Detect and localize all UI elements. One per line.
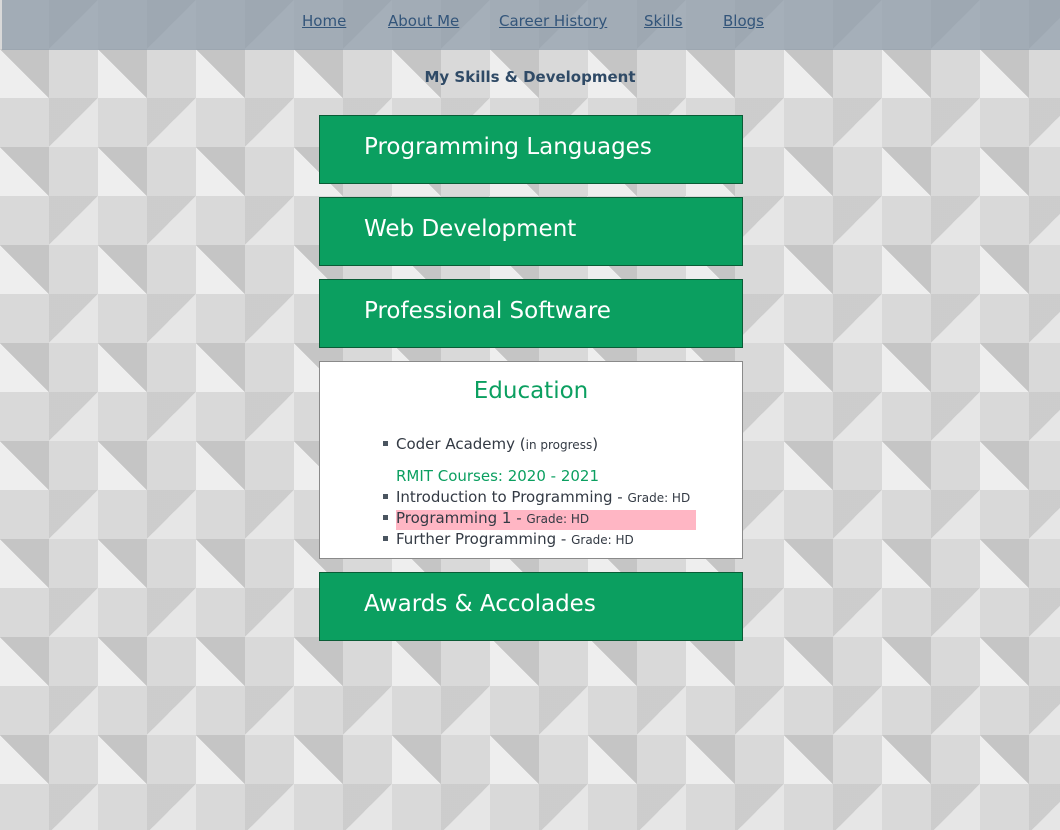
web-development-title: Web Development — [364, 216, 577, 242]
course-name: Further Programming — [396, 530, 557, 548]
course-grade: Grade: HD — [526, 512, 590, 526]
programming-languages-panel[interactable]: Programming Languages — [319, 115, 743, 184]
course-separator: - — [511, 509, 527, 527]
coder-academy-label: Coder Academy ( — [396, 435, 526, 453]
professional-software-panel[interactable]: Professional Software — [319, 279, 743, 348]
nav-skills-link[interactable]: Skills — [644, 12, 683, 30]
bullet-icon — [383, 494, 388, 499]
professional-software-title: Professional Software — [364, 298, 611, 324]
coder-academy-close: ) — [592, 435, 599, 453]
programming-languages-title: Programming Languages — [364, 134, 652, 160]
web-development-panel[interactable]: Web Development — [319, 197, 743, 266]
course-name: Introduction to Programming — [396, 488, 613, 506]
bullet-icon — [383, 536, 388, 541]
course-grade: Grade: HD — [627, 491, 691, 505]
nav-home-link[interactable]: Home — [302, 12, 346, 30]
nav-blogs-link[interactable]: Blogs — [723, 12, 764, 30]
course-item: Further Programming - Grade: HD — [396, 530, 634, 548]
course-item-highlighted: Programming 1 - Grade: HD — [396, 509, 589, 527]
rmit-courses-heading: RMIT Courses: 2020 - 2021 — [396, 467, 600, 485]
course-separator: - — [612, 488, 628, 506]
course-name: Programming 1 — [396, 509, 512, 527]
coder-academy-item: Coder Academy (in progress) — [396, 435, 598, 453]
nav-career-link[interactable]: Career History — [499, 12, 607, 30]
bullet-icon — [383, 441, 388, 446]
education-title: Education — [473, 378, 589, 404]
nav-about-link[interactable]: About Me — [388, 12, 459, 30]
course-grade: Grade: HD — [571, 533, 634, 547]
top-navbar: Home About Me Career History Skills Blog… — [2, 0, 1060, 50]
awards-title: Awards & Accolades — [364, 591, 596, 617]
education-panel: Education Coder Academy (in progress) RM… — [319, 361, 743, 559]
awards-panel[interactable]: Awards & Accolades — [319, 572, 743, 641]
course-separator: - — [556, 530, 572, 548]
coder-academy-note: in progress — [525, 438, 593, 452]
bullet-icon — [383, 515, 388, 520]
page-title: My Skills & Development — [424, 68, 636, 86]
course-item: Introduction to Programming - Grade: HD — [396, 488, 690, 506]
